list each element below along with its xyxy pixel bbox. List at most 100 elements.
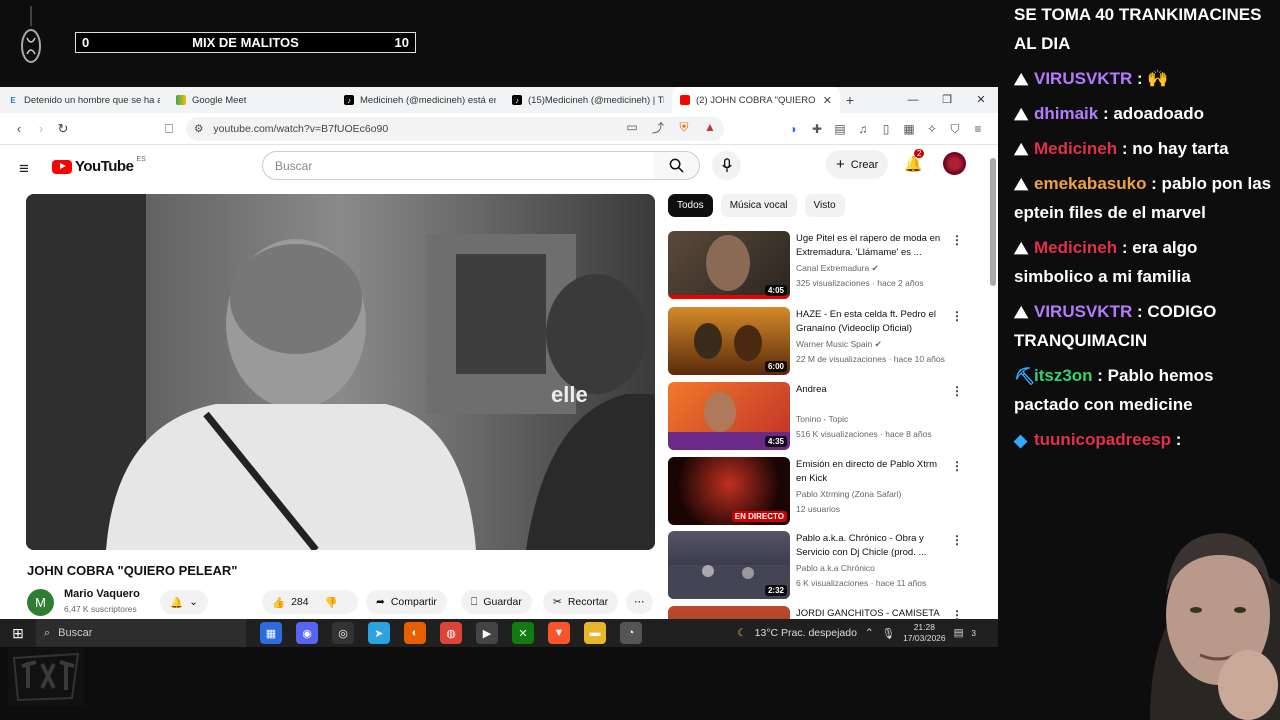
list-item[interactable]: EN DIRECTO Emisión en directo de Pablo X… xyxy=(668,457,968,525)
clock[interactable]: 21:28 17/03/2026 xyxy=(903,622,946,644)
store-icon[interactable]: ▦ xyxy=(260,622,282,644)
back-icon[interactable]: ‹ xyxy=(8,121,30,136)
brave-icon[interactable]: ▼ xyxy=(548,622,570,644)
mic-tray-icon[interactable]: 🎙 xyxy=(882,627,895,640)
badge-icon: ⛰ xyxy=(1014,105,1029,124)
obs-icon[interactable]: ◎ xyxy=(332,622,354,644)
share-label: Compartir xyxy=(390,596,437,608)
forward-icon[interactable]: › xyxy=(30,121,52,136)
list-item[interactable]: 2:32 Pablo a.k.a. Chrónico - Obra y Serv… xyxy=(668,531,968,599)
search-button[interactable] xyxy=(654,151,700,180)
voice-search-button[interactable] xyxy=(712,151,741,180)
telegram-icon[interactable]: ➤ xyxy=(368,622,390,644)
cast-icon[interactable]: ▭ xyxy=(624,119,640,135)
rec-channel: Warner Music Spain ✔ xyxy=(796,339,882,349)
thumbnail[interactable]: 2:32 xyxy=(668,531,790,599)
sidebar-icon[interactable]: ▯ xyxy=(878,121,894,137)
video-frame-image: elle xyxy=(26,194,655,550)
taskbar-search[interactable]: ⌕ Buscar xyxy=(36,619,246,647)
kebab-menu-icon[interactable]: ⋮ xyxy=(951,459,963,473)
youtube-logo[interactable]: YouTube ES xyxy=(52,156,146,175)
close-window-icon[interactable]: ✕ xyxy=(964,87,998,113)
list-item[interactable]: JORDI GANCHITOS - CAMISETA ⋮ xyxy=(668,606,968,619)
chip-musica-vocal[interactable]: Música vocal xyxy=(720,194,797,217)
tab-4[interactable]: ♪ (15)Medicineh (@medicineh) | Tik xyxy=(504,87,672,113)
save-button[interactable]: ⎕ Guardar xyxy=(461,590,532,614)
weather-text[interactable]: 13°C Prac. despejado xyxy=(755,627,857,639)
app-icon[interactable]: ◔ xyxy=(620,622,642,644)
tab-2[interactable]: Google Meet xyxy=(168,87,336,113)
share-icon[interactable]: ⤴ xyxy=(650,119,666,135)
counter-right: 10 xyxy=(394,35,409,50)
thumbnail[interactable]: 4:35 xyxy=(668,382,790,450)
close-tab-icon[interactable]: ✕ xyxy=(823,94,832,107)
create-label: Crear xyxy=(850,158,879,171)
vpn-icon[interactable]: ⛉ xyxy=(947,121,963,137)
hamburger-menu-icon[interactable]: ≡ xyxy=(19,159,29,179)
create-button[interactable]: + Crear xyxy=(826,150,889,179)
dislike-icon[interactable]: 👎 xyxy=(325,596,338,609)
chip-todos[interactable]: Todos xyxy=(668,194,713,217)
like-count[interactable]: 284 xyxy=(291,596,309,608)
reader-icon[interactable]: ▤ xyxy=(832,121,848,137)
thumbnail[interactable]: 4:05 xyxy=(668,231,790,299)
chevron-up-icon[interactable]: ⌃ xyxy=(865,627,874,639)
list-item[interactable]: 6:00 HAZE - En esta celda ft. Pedro el G… xyxy=(668,307,968,375)
brave-shield-icon[interactable]: ⛨ xyxy=(676,119,692,135)
share-button[interactable]: ➦ Compartir xyxy=(366,590,447,614)
tab-3[interactable]: ♪ Medicineh (@medicineh) está em xyxy=(336,87,504,113)
channel-avatar[interactable]: M xyxy=(27,589,54,616)
file-explorer-icon[interactable]: ▬ xyxy=(584,622,606,644)
notifications-icon[interactable]: ▤ xyxy=(954,627,964,639)
tab-groups-icon[interactable]: ▦ xyxy=(901,121,917,137)
more-actions-button[interactable]: ⋯ xyxy=(626,590,653,614)
chip-visto[interactable]: Visto xyxy=(804,194,845,217)
thumbnail[interactable] xyxy=(668,606,790,619)
reload-icon[interactable]: ↻ xyxy=(52,121,74,137)
media-icon[interactable]: ♫ xyxy=(855,121,871,137)
page-scrollbar[interactable] xyxy=(990,158,996,286)
thumbnail[interactable]: 6:00 xyxy=(668,307,790,375)
counter-title: MIX DE MALITOS xyxy=(192,35,299,50)
extensions-icon[interactable]: ✚ xyxy=(809,121,825,137)
list-item[interactable]: 4:35 Andrea Tonino - Topic 516 K visuali… xyxy=(668,382,968,450)
chrome-icon[interactable]: ◍ xyxy=(440,622,462,644)
kebab-menu-icon[interactable]: ⋮ xyxy=(951,384,963,398)
wallet-icon[interactable]: ◗ xyxy=(786,121,802,137)
bookmark-icon[interactable]: ⎕ xyxy=(158,121,180,137)
youtube-wordmark: YouTube xyxy=(75,158,134,175)
xbox-icon[interactable]: ✕ xyxy=(512,622,534,644)
subscribe-bell-button[interactable]: 🔔 ⌄ xyxy=(160,590,208,614)
tab-1[interactable]: E Detenido un hombre que se ha at xyxy=(0,87,168,113)
ai-icon[interactable]: ✧ xyxy=(924,121,940,137)
rec-meta: 22 M de visualizaciones · hace 10 años xyxy=(796,354,945,364)
menu-icon[interactable]: ≡ xyxy=(970,121,986,137)
list-item[interactable]: 4:05 Uge Pitel es el rapero de moda en E… xyxy=(668,231,968,299)
minimize-icon[interactable]: — xyxy=(896,87,930,113)
kebab-menu-icon[interactable]: ⋮ xyxy=(951,309,963,323)
kebab-menu-icon[interactable]: ⋮ xyxy=(951,233,963,247)
firefox-icon[interactable]: ◐ xyxy=(404,622,426,644)
search-input[interactable]: Buscar xyxy=(262,151,655,180)
channel-name[interactable]: Mario Vaquero xyxy=(64,588,140,600)
kebab-menu-icon[interactable]: ⋮ xyxy=(951,608,963,619)
thumbnail[interactable]: EN DIRECTO xyxy=(668,457,790,525)
kebab-menu-icon[interactable]: ⋮ xyxy=(951,533,963,547)
restore-icon[interactable]: ❐ xyxy=(930,87,964,113)
windows-start-icon[interactable]: ⊞ xyxy=(0,625,36,642)
chat-message: ⛏itsz3on : Pablo hemos pactado con medic… xyxy=(1014,361,1276,419)
clip-button[interactable]: ✂ Recortar xyxy=(543,590,619,614)
tab-5-active[interactable]: (2) JOHN COBRA "QUIERO PE ✕ xyxy=(672,87,840,113)
brave-rewards-icon[interactable]: ▲ xyxy=(702,119,718,135)
media-player-icon[interactable]: ▶ xyxy=(476,622,498,644)
new-tab-icon[interactable]: + xyxy=(840,92,860,108)
video-player[interactable]: elle xyxy=(26,194,655,550)
search-icon: ⌕ xyxy=(44,626,51,639)
chat-username: Medicineh xyxy=(1034,139,1118,158)
account-avatar[interactable] xyxy=(943,152,966,175)
site-info-icon[interactable]: ⚙ xyxy=(194,123,203,135)
chat-text: SE TOMA 40 TRANKIMACINES AL DIA xyxy=(1014,5,1262,53)
discord-icon[interactable]: ◉ xyxy=(296,622,318,644)
like-icon[interactable]: 👍 xyxy=(272,596,285,609)
chat-text: : 🙌 xyxy=(1132,69,1169,88)
